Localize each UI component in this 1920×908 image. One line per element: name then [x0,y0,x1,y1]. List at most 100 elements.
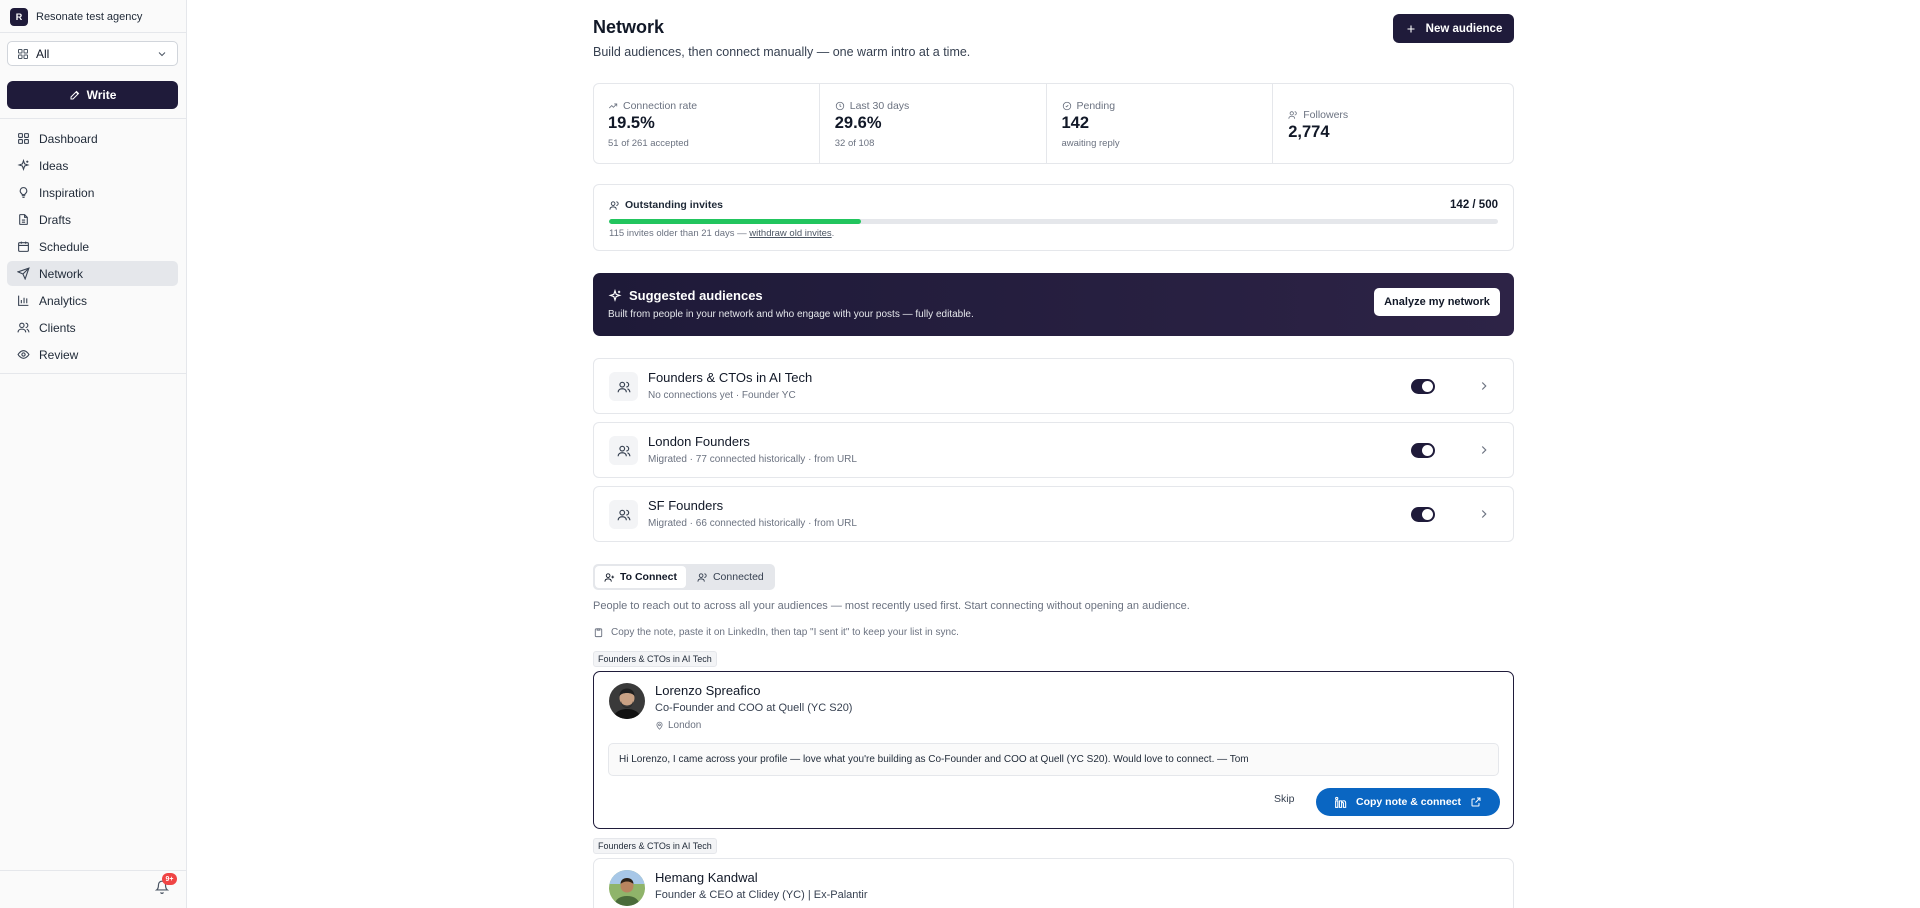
person-card: Lorenzo Spreafico Co-Founder and COO at … [593,671,1514,829]
analyze-network-button[interactable]: Analyze my network [1374,288,1500,316]
hint-text: Copy the note, paste it on LinkedIn, the… [611,627,959,638]
users-icon [609,372,638,401]
stat-sub: 51 of 261 accepted [608,138,689,149]
sidebar-item-clients[interactable]: Clients [7,315,178,340]
sidebar-item-label: Inspiration [39,185,95,200]
notifications-button[interactable]: 9+ [153,873,177,897]
sidebar-item-network[interactable]: Network [7,261,178,286]
audience-row[interactable]: Founders & CTOs in AI Tech No connection… [593,358,1514,414]
stat-last-30-days: Last 30 days 29.6% 32 of 108 [820,84,1047,163]
user-plus-icon [604,572,615,583]
sidebar-item-label: Ideas [39,158,69,173]
new-audience-button[interactable]: New audience [1393,14,1514,43]
sidebar-item-review[interactable]: Review [7,342,178,367]
sidebar-item-inspiration[interactable]: Inspiration [7,180,178,205]
sidebar-item-label: Dashboard [39,131,98,146]
file-icon [17,213,30,226]
audience-toggle[interactable] [1411,443,1435,458]
sidebar-item-ideas[interactable]: Ideas [7,153,178,178]
eye-icon [17,348,30,361]
suggested-audiences-banner: Suggested audiences Built from people in… [593,273,1514,336]
tab-connected[interactable]: Connected [688,566,773,588]
skip-button[interactable]: Skip [1274,793,1294,809]
audience-row[interactable]: SF Founders Migrated · 66 connected hist… [593,486,1514,542]
users-icon [609,436,638,465]
stats-card: Connection rate 19.5% 51 of 261 accepted… [593,83,1514,164]
audience-meta: Migrated · 66 connected historically · f… [648,518,857,529]
calendar-icon [17,240,30,253]
stat-followers: Followers 2,774 [1273,84,1499,163]
chevron-right-icon[interactable] [1477,443,1491,457]
send-icon [17,267,30,280]
users-icon [17,321,30,334]
copy-note-connect-button[interactable]: Copy note & connect [1316,788,1500,816]
audience-meta: Migrated · 77 connected historically · f… [648,454,857,465]
chevron-right-icon[interactable] [1477,379,1491,393]
grid-icon [17,132,30,145]
tab-to-connect[interactable]: To Connect [595,566,686,588]
person-name: Lorenzo Spreafico [655,683,761,698]
to-connect-hint: Copy the note, paste it on LinkedIn, the… [593,627,959,638]
scope-select[interactable]: All [7,41,178,66]
avatar [609,683,645,719]
invites-progress-bar [609,219,1498,224]
stat-value: 19.5% [608,114,655,132]
audience-name: London Founders [648,434,750,449]
write-button[interactable]: Write [7,81,178,109]
clock-icon [835,101,845,111]
toggle-knob [1422,445,1433,456]
stat-connection-rate: Connection rate 19.5% 51 of 261 accepted [608,84,820,163]
page-subtitle: Build audiences, then connect manually —… [593,45,971,59]
sidebar-item-schedule[interactable]: Schedule [7,234,178,259]
users-icon [609,500,638,529]
stat-pending: Pending 142 awaiting reply [1047,84,1274,163]
audience-toggle[interactable] [1411,507,1435,522]
org-logo: R [10,8,28,26]
connect-button-label: Copy note & connect [1355,796,1461,808]
invites-note-suffix: . [831,228,835,239]
person-name: Hemang Kandwal [655,870,758,885]
clock-circle-icon [1062,101,1072,111]
notifications-badge: 9+ [162,873,177,885]
invites-count: 142 / 500 [1450,199,1498,211]
outstanding-invites-card: Outstanding invites 142 / 500 115 invite… [593,184,1514,251]
stat-value: 29.6% [834,114,882,132]
chevron-right-icon[interactable] [1477,507,1491,521]
sidebar-divider [0,118,186,119]
sidebar-item-label: Schedule [39,239,90,254]
invites-progress-fill [609,219,862,224]
tab-label: Connected [712,571,764,583]
stat-value: 2,774 [1288,123,1330,141]
audience-list: Founders & CTOs in AI Tech No connection… [593,358,1514,550]
sidebar-item-analytics[interactable]: Analytics [7,288,178,313]
sidebar-item-dashboard[interactable]: Dashboard [7,126,178,151]
users-icon [1288,110,1298,120]
audience-row[interactable]: London Founders Migrated · 77 connected … [593,422,1514,478]
sidebar-divider [0,32,186,33]
sidebar-item-drafts[interactable]: Drafts [7,207,178,232]
person-title: Co-Founder and COO at Quell (YC S20) [655,702,853,714]
invites-note-text: 115 invites older than 21 days — [609,228,750,239]
new-audience-label: New audience [1425,22,1503,35]
connection-note[interactable]: Hi Lorenzo, I came across your profile —… [608,743,1499,776]
sparkles-icon [608,288,622,303]
sidebar-divider [0,373,186,374]
audience-name: Founders & CTOs in AI Tech [648,370,813,385]
audience-toggle[interactable] [1411,379,1435,394]
sidebar-item-label: Analytics [39,293,88,308]
stat-label: Pending [1076,100,1116,112]
external-link-icon [1470,796,1482,808]
sidebar-nav: Dashboard Ideas Inspiration Drafts Sched… [7,126,178,369]
person-location: London [655,720,701,731]
avatar [609,870,645,906]
audience-name: SF Founders [648,498,724,513]
grid-icon [17,48,29,60]
org-switcher[interactable]: R Resonate test agency [10,7,142,27]
withdraw-old-invites-link[interactable]: withdraw old invites [749,228,831,239]
to-connect-description: People to reach out to across all your a… [593,600,1190,612]
stat-sub: awaiting reply [1061,138,1120,149]
page-title: Network [593,17,665,37]
users-icon [697,572,708,583]
chevron-down-icon [156,48,168,60]
stat-value: 142 [1061,114,1090,132]
